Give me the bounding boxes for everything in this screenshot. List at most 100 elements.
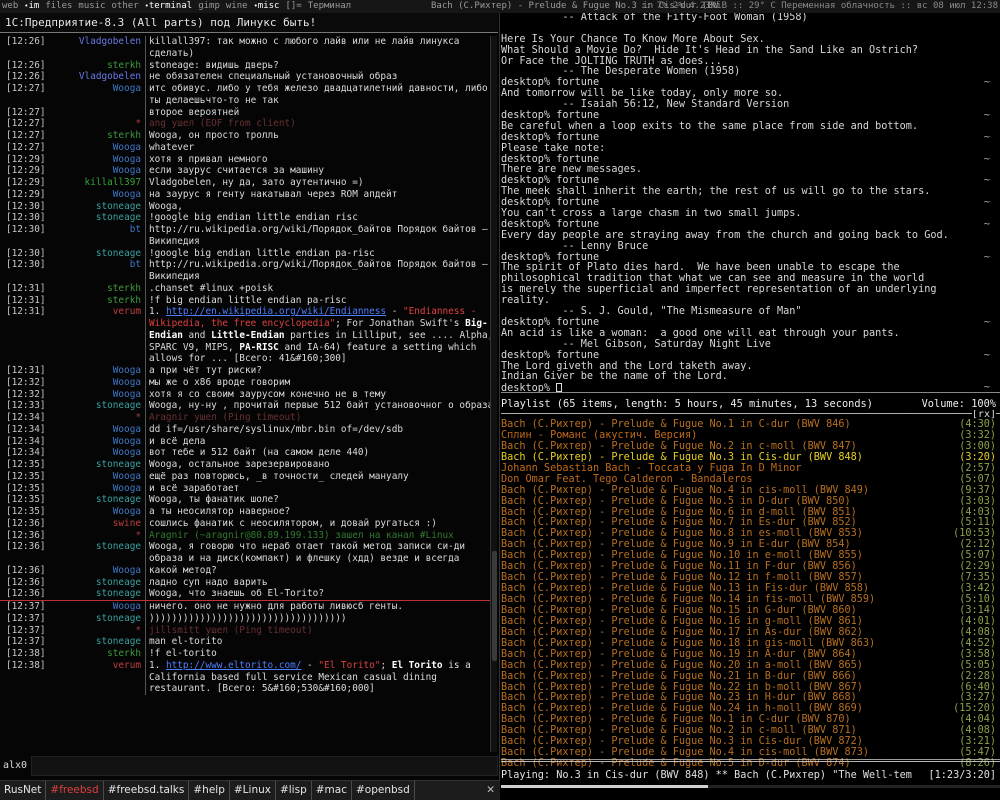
message-timestamp: [12:34] xyxy=(6,435,46,447)
channel-tab[interactable]: #openbsd xyxy=(352,781,415,800)
message-nick[interactable]: Vladgobelen xyxy=(52,71,146,83)
message-nick[interactable]: stoneage xyxy=(52,588,146,600)
chat-message: [12:27] Wooga итс обивус. либо у тебя желе… xyxy=(0,83,496,107)
message-nick[interactable]: killall397 xyxy=(52,177,146,189)
message-nick[interactable]: Wooga xyxy=(52,506,146,518)
message-nick[interactable]: stoneage xyxy=(52,200,146,213)
track-title: Сплин - Романс (акустич. Версия) xyxy=(501,429,698,441)
message-input[interactable] xyxy=(31,756,498,776)
message-timestamp: [12:27] xyxy=(6,141,46,153)
channel-tab[interactable]: RusNet xyxy=(0,781,47,800)
chat-message: [12:30] stoneage Wooga, xyxy=(0,200,496,213)
message-nick[interactable]: * xyxy=(52,529,146,542)
chat-scrollbar[interactable] xyxy=(490,36,497,752)
message-nick[interactable]: stoneage xyxy=(52,636,146,648)
playlist: Bach (С.Рихтер) - Prelude & Fugue No.1 i… xyxy=(501,419,1000,770)
channel-topic: 1C:Предприятие-8.3 (All parts) под Линук… xyxy=(0,13,498,33)
message-link[interactable]: http://www.eltorito.com/ xyxy=(166,660,301,671)
message-nick[interactable]: Wooga xyxy=(52,435,146,448)
message-nick[interactable]: Wooga xyxy=(52,188,146,201)
message-nick[interactable]: Wooga xyxy=(52,482,146,495)
message-text: не обязателен специальный установочный о… xyxy=(149,71,398,83)
message-link[interactable]: http://en.wikipedia.org/wiki/Endianness xyxy=(166,306,386,317)
message-nick[interactable]: Wooga xyxy=(52,564,146,577)
message-nick[interactable]: Wooga xyxy=(52,165,146,177)
workspace-tag[interactable]: terminal xyxy=(145,1,193,11)
message-nick[interactable]: verum xyxy=(52,659,146,695)
message-nick[interactable]: stoneage xyxy=(52,576,146,589)
message-nick[interactable]: Vladgobelen xyxy=(52,36,146,60)
terminal-window[interactable]: -- Attack of the Fifty-Foot Woman (1958)… xyxy=(501,13,1000,398)
terminal-line-text: desktop% fortune xyxy=(501,316,600,328)
message-nick[interactable]: stoneage xyxy=(52,400,146,412)
message-nick[interactable]: stoneage xyxy=(52,459,146,471)
channel-tab[interactable]: #help xyxy=(189,781,230,800)
chat-message: [12:30] bt http://ru.wikipedia.org/wiki/По… xyxy=(0,259,496,283)
message-text: ладно суп надо варить xyxy=(149,576,268,588)
message-nick[interactable]: stoneage xyxy=(52,247,146,260)
channel-tab[interactable]: #Linux xyxy=(230,781,276,800)
message-nick[interactable]: bt xyxy=(52,224,146,248)
terminal-line-text: The Lord giveth and the Lord taketh away… xyxy=(501,360,753,372)
message-nick[interactable]: Wooga xyxy=(52,447,146,459)
workspace-tag[interactable]: misc xyxy=(254,1,280,11)
close-tab-icon[interactable]: ✕ xyxy=(486,781,495,800)
workspace-tag[interactable]: music xyxy=(78,1,105,11)
message-nick[interactable]: Wooga xyxy=(52,153,146,166)
channel-tab[interactable]: #lisp xyxy=(276,781,312,800)
now-playing-status: Playing: No.3 in Cis-dur (BWV 848) ** Ba… xyxy=(501,769,1000,783)
message-nick[interactable]: Wooga xyxy=(52,376,146,389)
message-nick[interactable]: stoneage xyxy=(52,212,146,224)
workspace-tag[interactable]: im xyxy=(24,1,39,11)
chat-message: [12:27] второе вероятней xyxy=(0,106,496,119)
chat-message: [12:36] stoneage Wooga, я говорю что нераб… xyxy=(0,541,496,565)
workspace-tag[interactable]: gimp xyxy=(198,1,220,11)
message-nick[interactable]: verum xyxy=(52,306,146,365)
message-nick[interactable]: sterkh xyxy=(52,130,146,142)
chat-message: [12:36] * Aragnir (~aragnir@80.89.199.133)… xyxy=(0,529,496,542)
wrap-marker: ~ xyxy=(983,218,990,230)
message-text: !f el-torito xyxy=(149,648,217,659)
channel-tab[interactable]: #freebsd xyxy=(46,781,104,800)
terminal-line-text: reality. xyxy=(501,295,551,307)
channel-tab[interactable]: #freebsd.talks xyxy=(104,781,190,800)
message-nick[interactable]: Wooga xyxy=(52,470,146,483)
message-nick[interactable]: stoneage xyxy=(52,612,146,625)
terminal-line-text: desktop% fortune xyxy=(501,175,600,187)
message-nick[interactable]: sterkh xyxy=(52,648,146,660)
message-nick[interactable]: stoneage xyxy=(52,541,146,565)
message-nick[interactable]: Wooga xyxy=(52,141,146,154)
progress-bar[interactable] xyxy=(501,785,1000,788)
message-nick[interactable]: * xyxy=(52,118,146,130)
channel-tab[interactable]: #mac xyxy=(312,781,352,800)
message-nick[interactable]: bt xyxy=(52,259,146,283)
message-nick[interactable]: * xyxy=(52,412,146,424)
chat-message: [12:34] * Aragnir ушел (Ping timeout) xyxy=(0,412,496,424)
workspace-tag[interactable]: wine xyxy=(226,1,248,11)
message-nick[interactable]: stoneage xyxy=(52,494,146,506)
terminal-line-text: Or Face the JOLTING TRUTH as does... xyxy=(501,55,722,67)
chat-message: [12:27] * ang ушел (EOF from client) xyxy=(0,118,496,130)
message-nick[interactable]: Wooga xyxy=(52,388,146,401)
message-timestamp: [12:35] xyxy=(6,506,46,517)
message-nick[interactable]: sterkh xyxy=(52,59,146,72)
message-text: Wooga, ну-ну , прочитай первые 512 байт … xyxy=(149,400,494,412)
workspace-tag[interactable]: []= xyxy=(285,1,301,11)
track-title: Bach (С.Рихтер) - Prelude & Fugue No.14 … xyxy=(501,594,876,605)
message-nick[interactable]: Wooga xyxy=(52,83,146,107)
message-nick[interactable]: Wooga xyxy=(52,423,146,436)
terminal-line-text: Be careful when a loop exits to the same… xyxy=(501,120,919,132)
workspace-tag[interactable]: web xyxy=(2,1,18,11)
chat-scrollbar-thumb[interactable] xyxy=(492,551,497,661)
workspace-tag[interactable]: Терминал xyxy=(308,1,351,11)
volume-indicator[interactable]: Volume: 100% xyxy=(922,398,996,410)
workspace-tag[interactable]: other xyxy=(112,1,139,11)
message-nick[interactable]: sterkh xyxy=(52,294,146,307)
workspace-tag[interactable]: files xyxy=(45,1,72,11)
message-nick[interactable] xyxy=(52,106,146,119)
message-nick[interactable]: Wooga xyxy=(52,365,146,377)
message-nick[interactable]: Wooga xyxy=(52,601,146,613)
message-nick[interactable]: sterkh xyxy=(52,282,146,295)
message-nick[interactable]: swine xyxy=(52,517,146,530)
message-nick[interactable]: * xyxy=(52,624,146,637)
